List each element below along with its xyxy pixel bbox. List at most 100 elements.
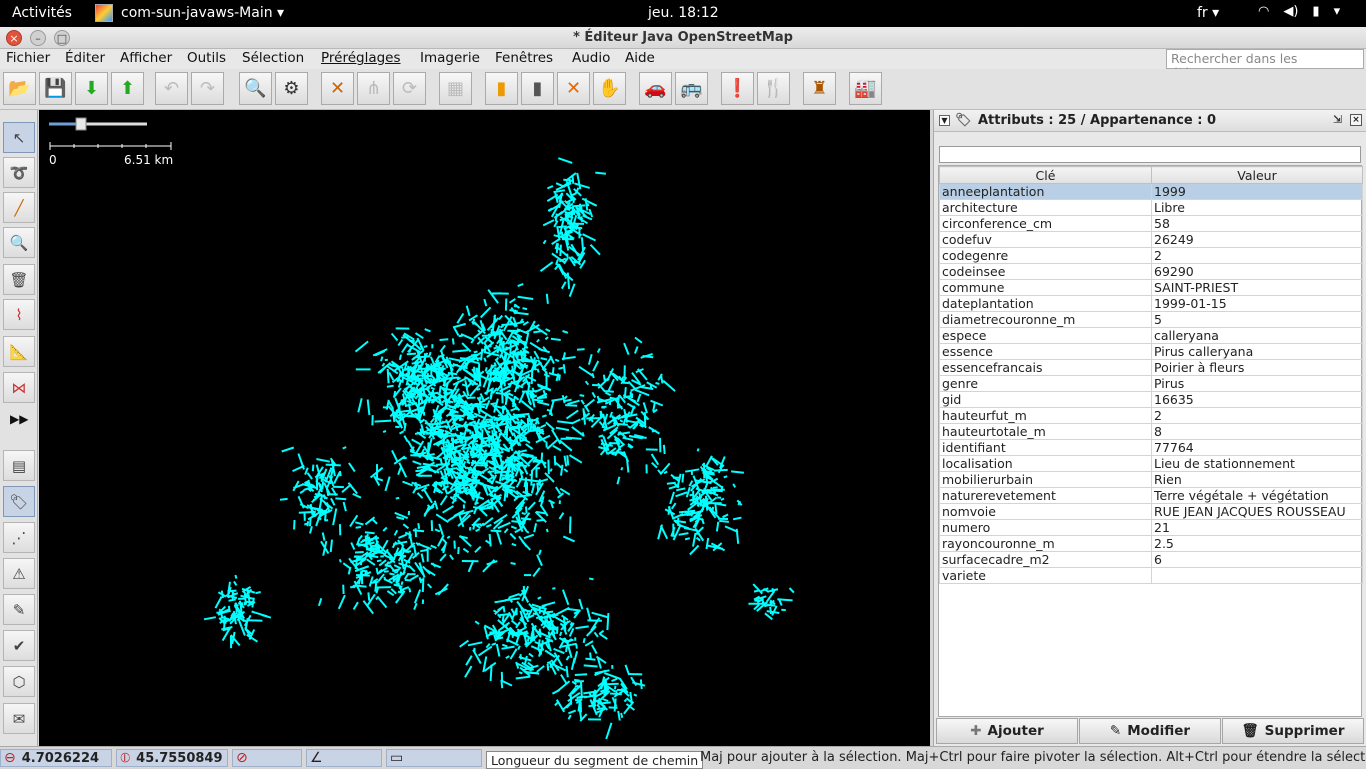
lasso-tool-button[interactable]: ➰ — [3, 157, 35, 188]
map-way[interactable] — [772, 588, 773, 592]
map-way[interactable] — [252, 612, 268, 617]
preferences-button[interactable]: 🔍 — [239, 72, 272, 105]
map-way[interactable] — [368, 592, 369, 600]
map-way[interactable] — [631, 677, 636, 685]
map-way[interactable] — [707, 538, 709, 549]
map-way[interactable] — [594, 697, 595, 708]
map-way[interactable] — [435, 529, 440, 531]
column-header-value[interactable]: Valeur — [1152, 167, 1363, 184]
map-way[interactable] — [510, 299, 516, 303]
map-way[interactable] — [663, 381, 675, 392]
preset-junction-button[interactable]: ✕ — [557, 72, 590, 105]
map-way[interactable] — [635, 390, 649, 396]
map-way[interactable] — [442, 538, 446, 542]
map-way[interactable] — [605, 393, 610, 396]
map-way[interactable] — [470, 527, 471, 531]
map-way[interactable] — [551, 339, 561, 340]
map-way[interactable] — [635, 347, 638, 354]
map-way[interactable] — [559, 201, 562, 202]
map-way[interactable] — [440, 410, 441, 423]
map-way[interactable] — [562, 282, 566, 289]
map-way[interactable] — [575, 183, 590, 188]
map-way[interactable] — [515, 397, 519, 400]
map-way[interactable] — [567, 455, 568, 465]
map-way[interactable] — [553, 446, 561, 451]
menu-prereglages[interactable]: Préréglages — [321, 50, 401, 66]
map-way[interactable] — [495, 638, 503, 640]
map-way[interactable] — [229, 599, 236, 600]
map-way[interactable] — [355, 522, 363, 524]
map-way[interactable] — [592, 645, 597, 654]
map-way[interactable] — [417, 356, 430, 357]
tag-value[interactable]: Pirus calleryana — [1152, 344, 1363, 360]
tag-row[interactable]: essencePirus calleryana — [940, 344, 1363, 360]
map-way[interactable] — [501, 680, 502, 689]
map-way[interactable] — [518, 646, 520, 650]
tag-row[interactable]: hauteurtotale_m8 — [940, 424, 1363, 440]
map-way[interactable] — [567, 666, 568, 677]
map-way[interactable] — [575, 681, 584, 682]
map-way[interactable] — [627, 421, 638, 423]
map-way[interactable] — [226, 595, 237, 598]
map-way[interactable] — [552, 239, 561, 245]
map-way[interactable] — [537, 666, 544, 672]
area-button[interactable]: ▦ — [439, 72, 472, 105]
map-way[interactable] — [441, 496, 447, 505]
open-file-button[interactable]: 📂 — [3, 72, 36, 105]
map-way[interactable] — [418, 523, 419, 529]
map-way[interactable] — [546, 329, 550, 331]
map-way[interactable] — [511, 480, 517, 481]
preset-castle-button[interactable]: ♜ — [803, 72, 836, 105]
map-way[interactable] — [437, 466, 444, 471]
undo-button[interactable]: ↶ — [155, 72, 188, 105]
map-way[interactable] — [579, 599, 582, 609]
map-way[interactable] — [538, 369, 539, 373]
conflict-toggle-button[interactable]: ⚠ — [3, 558, 35, 589]
map-way[interactable] — [484, 358, 486, 362]
selection-list-toggle-button[interactable]: ⋰ — [3, 522, 35, 553]
map-way[interactable] — [525, 656, 527, 664]
map-way[interactable] — [545, 651, 555, 658]
map-way[interactable] — [560, 440, 572, 450]
map-way[interactable] — [698, 449, 699, 452]
map-way[interactable] — [456, 495, 466, 503]
map-way[interactable] — [405, 573, 409, 579]
map-way[interactable] — [544, 240, 546, 243]
map-way[interactable] — [407, 354, 416, 355]
map-way[interactable] — [460, 434, 463, 435]
map-way[interactable] — [413, 461, 422, 464]
map-way[interactable] — [544, 374, 549, 376]
map-way[interactable] — [385, 561, 393, 566]
map-way[interactable] — [609, 707, 618, 708]
map-way[interactable] — [413, 530, 424, 531]
map-way[interactable] — [507, 410, 508, 419]
map-way[interactable] — [356, 575, 370, 576]
map-way[interactable] — [314, 514, 315, 518]
map-way[interactable] — [607, 684, 619, 685]
tag-value[interactable]: 2.5 — [1152, 536, 1363, 552]
map-way[interactable] — [556, 487, 561, 494]
map-way[interactable] — [733, 518, 741, 520]
map-way[interactable] — [605, 391, 614, 392]
map-way[interactable] — [616, 690, 617, 694]
map-way[interactable] — [501, 338, 502, 348]
map-way[interactable] — [559, 375, 560, 381]
preset-highway-button[interactable]: ▮ — [485, 72, 518, 105]
map-way[interactable] — [367, 559, 375, 565]
preset-hazard-button[interactable]: ❗ — [721, 72, 754, 105]
map-way[interactable] — [440, 345, 445, 351]
refresh-button[interactable]: ⟳ — [393, 72, 426, 105]
map-way[interactable] — [447, 536, 450, 538]
map-way[interactable] — [790, 588, 794, 593]
tag-value[interactable]: 21 — [1152, 520, 1363, 536]
map-way[interactable] — [434, 377, 435, 382]
tag-row[interactable]: codeinsee69290 — [940, 264, 1363, 280]
map-way[interactable] — [529, 654, 533, 657]
draw-tool-button[interactable]: ╱ — [3, 192, 35, 223]
map-way[interactable] — [404, 436, 407, 442]
map-way[interactable] — [583, 432, 584, 436]
tag-value[interactable]: SAINT-PRIEST — [1152, 280, 1363, 296]
map-way[interactable] — [518, 284, 524, 286]
menu-imagerie[interactable]: Imagerie — [420, 50, 480, 66]
map-way[interactable] — [365, 572, 368, 573]
